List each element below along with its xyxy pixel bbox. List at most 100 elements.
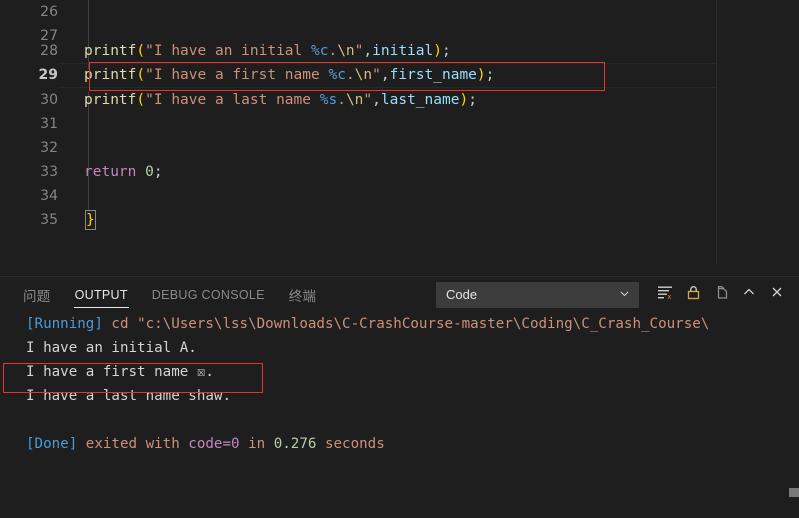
output-text: I have an initial A. (26, 340, 197, 356)
line-number: 28 (40, 43, 58, 59)
line-number: 30 (40, 92, 58, 108)
token-paren: ) (433, 43, 442, 59)
output-channel-select[interactable]: Code (436, 281, 639, 308)
output-tag: [Running] (26, 316, 103, 332)
token-string: . (345, 67, 355, 83)
token-string: I have a first name (153, 67, 329, 83)
output-duration: 0.276 (273, 436, 317, 452)
code-line-28[interactable]: 28 printf("I have an initial %c.\n",init… (0, 39, 799, 63)
open-in-editor-button[interactable] (707, 281, 735, 309)
tab-output[interactable]: OUTPUT (73, 277, 129, 312)
token-keyword: return (84, 164, 137, 180)
token-escape: \n (337, 43, 355, 59)
line-number: 33 (40, 164, 58, 180)
tab-label: 问题 (23, 288, 51, 304)
chevron-down-icon (618, 287, 631, 303)
token-string: I have an initial (153, 43, 311, 59)
token-format-specifier: %c (328, 67, 346, 83)
token-paren: ( (136, 43, 146, 59)
line-number: 35 (40, 212, 58, 228)
token-format-specifier: %s (319, 92, 338, 108)
token-format-specifier: %c (311, 43, 329, 59)
lock-icon (685, 284, 702, 306)
panel-header: 问题 OUTPUT DEBUG CONSOLE 终端 Code x (0, 277, 799, 312)
editor-horizontal-scrollbar-track[interactable] (0, 258, 716, 272)
code-line-30[interactable]: 30 printf("I have a last name %s.\n",las… (0, 88, 799, 112)
line-content: } (85, 208, 96, 232)
output-line-blank (0, 408, 799, 432)
token-variable: initial (372, 43, 434, 59)
code-line-29[interactable]: 29 printf("I have a first name %c.\n",fi… (0, 63, 799, 87)
clear-output-icon: x (657, 284, 674, 306)
tab-label: DEBUG CONSOLE (151, 287, 265, 302)
token-closing-brace: } (85, 210, 96, 230)
lock-scroll-button[interactable] (679, 281, 707, 309)
code-line-31[interactable]: 31 (0, 112, 799, 136)
token-string: . (337, 92, 346, 108)
token-semicolon: ; (153, 164, 163, 180)
panel-tab-list: 问题 OUTPUT DEBUG CONSOLE 终端 (22, 277, 317, 312)
token-function: printf (84, 43, 137, 59)
token-paren: ) (476, 67, 486, 83)
line-content: printf("I have a first name %c.\n",first… (84, 63, 494, 87)
token-string: I have a last name (153, 92, 320, 108)
line-content: printf("I have an initial %c.\n",initial… (84, 39, 451, 63)
output-text: in (239, 436, 274, 452)
token-quote: " (372, 67, 381, 83)
output-channel-value: Code (446, 287, 478, 302)
token-escape: \n (345, 92, 364, 108)
token-semicolon: ; (485, 67, 495, 83)
output-line-initial: I have an initial A. (0, 336, 799, 360)
close-icon (769, 284, 785, 305)
close-panel-button[interactable] (763, 281, 791, 309)
tab-debug-console[interactable]: DEBUG CONSOLE (151, 277, 266, 312)
line-number: 31 (40, 116, 58, 132)
line-number: 32 (40, 140, 58, 156)
output-line-done: [Done] exited with code=0 in 0.276 secon… (0, 432, 799, 456)
new-window-icon (713, 284, 730, 306)
output-text: I have a last name shaw. (26, 388, 231, 404)
code-editor[interactable]: 26 27 28 printf("I have an initial %c.\n… (0, 0, 799, 276)
token-quote: " (145, 67, 154, 83)
line-content: return 0; (84, 160, 163, 184)
token-paren: ( (136, 92, 146, 108)
token-paren: ( (136, 67, 146, 83)
tab-terminal[interactable]: 终端 (288, 277, 318, 312)
code-line-33[interactable]: 33 return 0; (0, 160, 799, 184)
chevron-up-icon (741, 284, 757, 305)
tab-label: OUTPUT (74, 287, 128, 302)
token-quote: " (145, 92, 154, 108)
output-text: exited with (77, 436, 189, 452)
token-semicolon: ; (468, 92, 477, 108)
panel-actions: Code x (436, 277, 791, 312)
output-exit-code: code=0 (188, 436, 240, 452)
tab-label: 终端 (288, 288, 317, 304)
bottom-panel: 问题 OUTPUT DEBUG CONSOLE 终端 Code x [Runni… (0, 276, 799, 518)
code-line-32[interactable]: 32 (0, 136, 799, 160)
token-paren: ) (459, 92, 469, 108)
token-comma: , (380, 67, 390, 83)
output-text: seconds (316, 436, 385, 452)
token-quote: " (363, 92, 373, 108)
code-line-26[interactable]: 26 (0, 0, 799, 24)
output-text: I have a first name ☒. (26, 364, 214, 380)
line-number: 29 (38, 67, 58, 83)
output-line-last-name: I have a last name shaw. (0, 384, 799, 408)
line-number: 26 (40, 4, 58, 20)
code-line-34[interactable]: 34 (0, 184, 799, 208)
token-comma: , (372, 92, 381, 108)
code-line-35[interactable]: 35 } (0, 208, 799, 232)
token-function: printf (84, 67, 137, 83)
tab-problems[interactable]: 问题 (22, 277, 52, 312)
output-text: cd "c:\Users\lss\Downloads\C-CrashCourse… (102, 316, 710, 332)
token-function: printf (84, 92, 137, 108)
maximize-panel-button[interactable] (735, 281, 763, 309)
output-line-running: [Running] cd "c:\Users\lss\Downloads\C-C… (0, 312, 799, 336)
line-content: printf("I have a last name %s.\n",last_n… (84, 88, 477, 112)
output-view[interactable]: [Running] cd "c:\Users\lss\Downloads\C-C… (0, 312, 799, 518)
clear-output-button[interactable]: x (651, 281, 679, 309)
vscode-window: 26 27 28 printf("I have an initial %c.\n… (0, 0, 799, 518)
output-vertical-scrollbar-thumb[interactable] (789, 488, 799, 497)
token-semicolon: ; (441, 43, 451, 59)
